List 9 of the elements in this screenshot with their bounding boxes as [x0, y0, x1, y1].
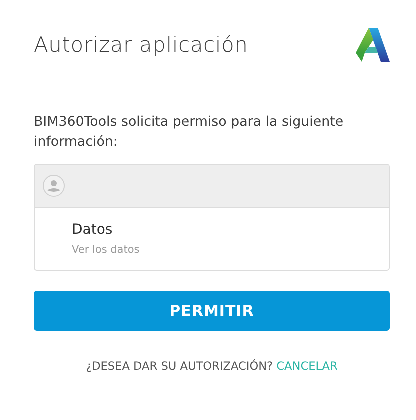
authorization-question: ¿DESEA DAR SU AUTORIZACIÓN? [86, 360, 274, 373]
scope-name: Datos [72, 222, 114, 238]
scope-description: Ver los datos [72, 244, 141, 256]
cancel-link[interactable]: CANCELAR [276, 360, 338, 373]
logo-icon [356, 28, 390, 62]
allow-button[interactable]: PERMITIR [34, 291, 390, 331]
dialog-title: Autorizar aplicación [34, 33, 248, 57]
user-avatar-icon [43, 175, 65, 197]
permission-request-text: BIM360Tools solicita permiso para la siguiente información: [34, 114, 345, 152]
